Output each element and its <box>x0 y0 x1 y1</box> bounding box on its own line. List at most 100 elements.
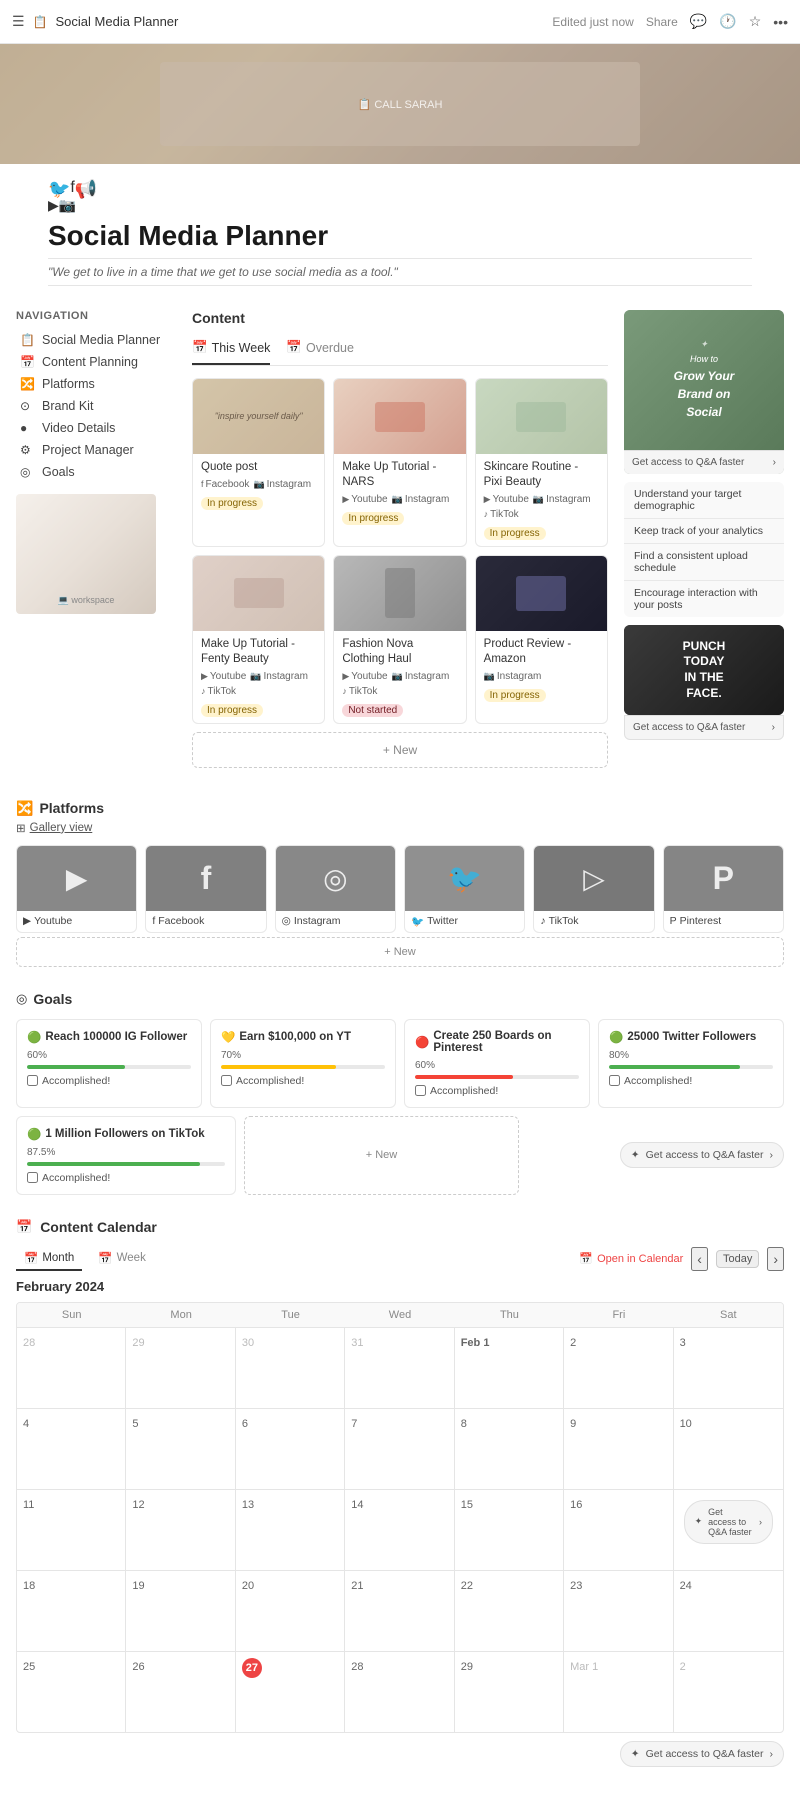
cal-cell-w4-0[interactable]: 18 <box>17 1571 126 1651</box>
cal-cell-w2-4[interactable]: 8 <box>455 1409 564 1489</box>
content-card-0[interactable]: "inspire yourself daily" Quote post fFac… <box>192 378 325 547</box>
cal-cell-w3-0[interactable]: 11 <box>17 1490 126 1570</box>
cal-cell-w2-0[interactable]: 4 <box>17 1409 126 1489</box>
calendar-cta-w3[interactable]: ✦ Get access to Q&A faster › <box>684 1500 773 1544</box>
content-card-1[interactable]: Make Up Tutorial - NARS ▶Youtube 📷Instag… <box>333 378 466 547</box>
cal-cell-w3-6[interactable]: ✦ Get access to Q&A faster › <box>674 1490 783 1570</box>
cal-cell-w2-6[interactable]: 10 <box>674 1409 783 1489</box>
goal-progress-fill-1 <box>221 1065 336 1069</box>
tab-this-week[interactable]: 📅 This Week <box>192 336 270 365</box>
banner-cta[interactable]: Get access to Q&A faster › <box>624 450 784 474</box>
goals-header: ◎ Goals <box>16 991 784 1007</box>
comment-icon[interactable]: 💬 <box>690 13 707 30</box>
cal-cell-w4-6[interactable]: 24 <box>674 1571 783 1651</box>
sidebar-item-project-manager[interactable]: ⚙ Project Manager <box>16 440 176 460</box>
sidebar-item-social-media-planner[interactable]: 📋 Social Media Planner <box>16 330 176 350</box>
goal-check-bottom[interactable] <box>27 1172 38 1183</box>
platform-card-pinterest[interactable]: P P Pinterest <box>663 845 784 933</box>
cal-cell-w4-3[interactable]: 21 <box>345 1571 454 1651</box>
goal-checkbox-2[interactable]: Accomplished! <box>415 1085 579 1097</box>
cal-cell-w2-3[interactable]: 7 <box>345 1409 454 1489</box>
cal-cell-w1-2[interactable]: 30 <box>236 1328 345 1408</box>
cal-cell-w5-0[interactable]: 25 <box>17 1652 126 1732</box>
cal-cell-w4-1[interactable]: 19 <box>126 1571 235 1651</box>
goal-checkbox-1[interactable]: Accomplished! <box>221 1075 385 1087</box>
content-card-3[interactable]: Make Up Tutorial - Fenty Beauty ▶Youtube… <box>192 555 325 724</box>
open-calendar-button[interactable]: 📅 Open in Calendar <box>579 1252 683 1265</box>
goal-card-0[interactable]: 🟢 Reach 100000 IG Follower 60% Accomplis… <box>16 1019 202 1108</box>
next-month-button[interactable]: › <box>767 1247 784 1271</box>
cal-cell-w3-5[interactable]: 16 <box>564 1490 673 1570</box>
goal-check-0[interactable] <box>27 1075 38 1086</box>
day-header-sat: Sat <box>674 1303 783 1327</box>
motivational-cta[interactable]: Get access to Q&A faster › <box>624 715 784 740</box>
add-goal-button[interactable]: + New <box>244 1116 519 1195</box>
goal-card-3[interactable]: 🟢 25000 Twitter Followers 80% Accomplish… <box>598 1019 784 1108</box>
goal-card-bottom[interactable]: 🟢 1 Million Followers on TikTok 87.5% Ac… <box>16 1116 236 1195</box>
content-card-2[interactable]: Skincare Routine - Pixi Beauty ▶Youtube … <box>475 378 608 547</box>
cal-cell-w5-1[interactable]: 26 <box>126 1652 235 1732</box>
today-button[interactable]: Today <box>716 1250 759 1268</box>
sidebar-item-platforms[interactable]: 🔀 Platforms <box>16 374 176 394</box>
share-button[interactable]: Share <box>646 15 678 29</box>
cal-cta-arrow: › <box>759 1517 762 1527</box>
cal-cell-w2-2[interactable]: 6 <box>236 1409 345 1489</box>
tab-overdue[interactable]: 📅 Overdue <box>286 336 354 365</box>
more-icon[interactable]: ••• <box>773 14 788 30</box>
cal-cell-w3-3[interactable]: 14 <box>345 1490 454 1570</box>
tab-month[interactable]: 📅 Month <box>16 1247 82 1271</box>
add-platform[interactable]: + New <box>16 937 784 967</box>
goal-checkbox-bottom[interactable]: Accomplished! <box>27 1172 225 1184</box>
cal-cell-w5-5[interactable]: Mar 1 <box>564 1652 673 1732</box>
tab-week[interactable]: 📅 Week <box>90 1247 154 1271</box>
cal-cell-w4-4[interactable]: 22 <box>455 1571 564 1651</box>
cal-cell-w5-6[interactable]: 2 <box>674 1652 783 1732</box>
clock-icon[interactable]: 🕐 <box>719 13 736 30</box>
menu-icon[interactable]: ☰ <box>12 13 25 30</box>
cal-cell-w4-5[interactable]: 23 <box>564 1571 673 1651</box>
calendar-bottom-cta[interactable]: ✦ Get access to Q&A faster › <box>620 1741 784 1767</box>
platform-card-tiktok[interactable]: ▷ ♪ TikTok <box>533 845 654 933</box>
goal-check-3[interactable] <box>609 1075 620 1086</box>
platform-card-youtube[interactable]: ▶ ▶ Youtube <box>16 845 137 933</box>
cal-cell-w3-1[interactable]: 12 <box>126 1490 235 1570</box>
goal-card-1[interactable]: 💛 Earn $100,000 on YT 70% Accomplished! <box>210 1019 396 1108</box>
cal-cell-w2-1[interactable]: 5 <box>126 1409 235 1489</box>
card-image-4 <box>334 556 465 631</box>
goal-percent-0: 60% <box>27 1050 191 1061</box>
content-card-4[interactable]: Fashion Nova Clothing Haul ▶Youtube 📷Ins… <box>333 555 466 724</box>
cal-cell-w1-0[interactable]: 28 <box>17 1328 126 1408</box>
goal-check-1[interactable] <box>221 1075 232 1086</box>
add-new-content[interactable]: + New <box>192 732 608 768</box>
platform-card-twitter[interactable]: 🐦 🐦 Twitter <box>404 845 525 933</box>
cal-cell-w3-4[interactable]: 15 <box>455 1490 564 1570</box>
sidebar-item-goals[interactable]: ◎ Goals <box>16 462 176 482</box>
goal-title-2: 🔴 Create 250 Boards on Pinterest <box>415 1030 579 1054</box>
sidebar-item-video-details[interactable]: ● Video Details <box>16 418 176 438</box>
goal-card-2[interactable]: 🔴 Create 250 Boards on Pinterest 60% Acc… <box>404 1019 590 1108</box>
prev-month-button[interactable]: ‹ <box>691 1247 708 1271</box>
cal-cell-w1-1[interactable]: 29 <box>126 1328 235 1408</box>
cal-cell-w1-5[interactable]: 2 <box>564 1328 673 1408</box>
cal-cell-w5-3[interactable]: 28 <box>345 1652 454 1732</box>
cal-cell-w5-2[interactable]: 27 <box>236 1652 345 1732</box>
sidebar-item-brand-kit[interactable]: ⊙ Brand Kit <box>16 396 176 416</box>
goal-checkbox-0[interactable]: Accomplished! <box>27 1075 191 1087</box>
goal-checkbox-3[interactable]: Accomplished! <box>609 1075 773 1087</box>
cal-cell-w4-2[interactable]: 20 <box>236 1571 345 1651</box>
cal-cell-w5-4[interactable]: 29 <box>455 1652 564 1732</box>
cal-cell-w1-4[interactable]: Feb 1 <box>455 1328 564 1408</box>
goal-check-2[interactable] <box>415 1085 426 1096</box>
cal-cell-w2-5[interactable]: 9 <box>564 1409 673 1489</box>
platform-card-facebook[interactable]: f f Facebook <box>145 845 266 933</box>
star-icon[interactable]: ☆ <box>749 13 762 30</box>
card-title-2: Skincare Routine - Pixi Beauty <box>484 460 599 490</box>
cal-cell-w3-2[interactable]: 13 <box>236 1490 345 1570</box>
sidebar-item-content-planning[interactable]: 📅 Content Planning <box>16 352 176 372</box>
cal-cell-w1-6[interactable]: 3 <box>674 1328 783 1408</box>
platform-card-instagram[interactable]: ◎ ◎ Instagram <box>275 845 396 933</box>
cal-cell-w1-3[interactable]: 31 <box>345 1328 454 1408</box>
gallery-view-label[interactable]: ⊞ Gallery view <box>16 821 784 835</box>
goals-cta-button[interactable]: ✦ Get access to Q&A faster › <box>620 1142 784 1168</box>
content-card-5[interactable]: Product Review - Amazon 📷Instagram In pr… <box>475 555 608 724</box>
